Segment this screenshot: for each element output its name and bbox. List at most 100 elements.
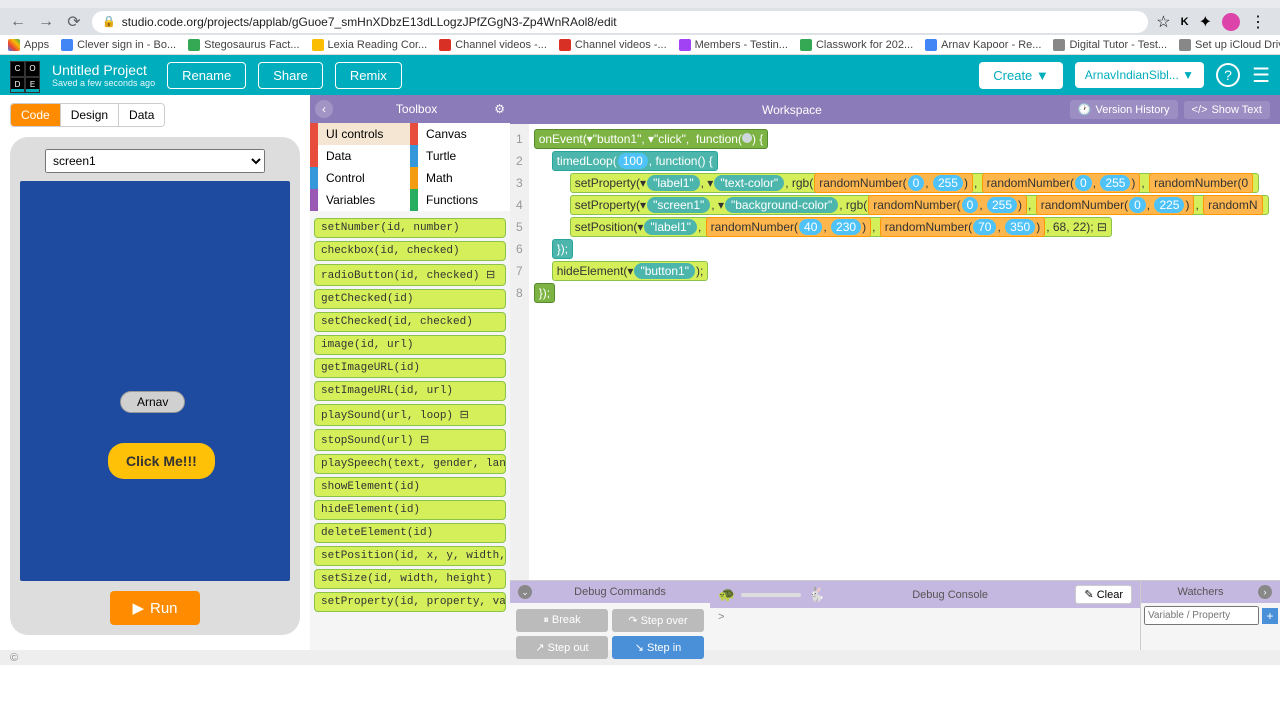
extensions-icon[interactable]: ✦ xyxy=(1199,12,1212,32)
console-prompt[interactable]: > xyxy=(710,608,1140,628)
line-number: 8 xyxy=(516,282,523,304)
toolbox-block[interactable]: setChecked(id, checked) xyxy=(314,312,506,332)
code-lines[interactable]: onEvent(▾"button1", ▾"click", function()… xyxy=(529,124,1280,580)
toolbox-block[interactable]: checkbox(id, checked) xyxy=(314,241,506,261)
bookmark-item[interactable]: Channel videos -... xyxy=(559,39,667,51)
url-text: studio.code.org/projects/applab/gGuoe7_s… xyxy=(122,15,617,29)
url-bar: ← → ⟳ 🔒 studio.code.org/projects/applab/… xyxy=(0,8,1280,35)
bookmark-item[interactable]: Classwork for 202... xyxy=(800,39,913,51)
toolbox-block[interactable]: playSpeech(text, gender, lan xyxy=(314,454,506,474)
url-field[interactable]: 🔒 studio.code.org/projects/applab/gGuoe7… xyxy=(92,11,1148,33)
toolbox-block[interactable]: setNumber(id, number) xyxy=(314,218,506,238)
bookmark-item[interactable]: Lexia Reading Cor... xyxy=(312,39,428,51)
step-in-button[interactable]: ↘ Step in xyxy=(612,636,704,659)
url-actions: ☆ K ✦ ⋮ xyxy=(1156,12,1272,32)
step-out-button[interactable]: ↗ Step out xyxy=(516,636,608,659)
bookmark-item[interactable]: Channel videos -... xyxy=(439,39,547,51)
toolbox-block[interactable]: deleteElement(id) xyxy=(314,523,506,543)
line-number: 6 xyxy=(516,238,523,260)
toolbox-block[interactable]: getChecked(id) xyxy=(314,289,506,309)
set-property-block: setProperty(▾"label1", ▾"text-color", rg… xyxy=(570,173,1259,193)
forward-icon[interactable]: → xyxy=(36,12,56,32)
toolbox-block[interactable]: radioButton(id, checked) ⊟ xyxy=(314,264,506,286)
tab-data[interactable]: Data xyxy=(119,104,164,126)
back-icon[interactable]: ← xyxy=(8,12,28,32)
rename-button[interactable]: Rename xyxy=(167,62,246,89)
cat-canvas[interactable]: Canvas xyxy=(410,123,510,145)
line-number: 3 xyxy=(516,172,523,194)
reload-icon[interactable]: ⟳ xyxy=(64,12,84,32)
blocks-list[interactable]: setNumber(id, number) checkbox(id, checke… xyxy=(310,211,510,650)
bookmark-item[interactable]: Clever sign in - Bo... xyxy=(61,39,176,51)
cat-turtle[interactable]: Turtle xyxy=(410,145,510,167)
share-button[interactable]: Share xyxy=(258,62,323,89)
cat-functions[interactable]: Functions xyxy=(410,189,510,211)
cat-control[interactable]: Control xyxy=(310,167,410,189)
toolbox-block[interactable]: hideElement(id) xyxy=(314,500,506,520)
tab-bar xyxy=(0,0,1280,8)
toolbox-block[interactable]: playSound(url, loop) ⊟ xyxy=(314,404,506,426)
apps-button[interactable]: Apps xyxy=(8,39,49,51)
menu-dots-icon[interactable]: ⋮ xyxy=(1250,12,1266,32)
bookmark-item[interactable]: Set up iCloud Driv... xyxy=(1179,39,1280,51)
watch-input[interactable] xyxy=(1144,606,1259,625)
line-number: 2 xyxy=(516,150,523,172)
ext-k-icon[interactable]: K xyxy=(1181,16,1189,28)
turtle-icon[interactable]: 🐢 xyxy=(718,586,735,603)
create-button[interactable]: Create ▼ xyxy=(979,62,1063,89)
debug-console: 🐢 🐇 Debug Console ✎ Clear > xyxy=(710,581,1140,650)
line-number: 1 xyxy=(516,128,523,150)
tab-design[interactable]: Design xyxy=(61,104,119,126)
line-number: 5 xyxy=(516,216,523,238)
toolbox-block[interactable]: stopSound(url) ⊟ xyxy=(314,429,506,451)
phone-preview: screen1 Arnav Click Me!!! ▶ Run xyxy=(10,137,300,635)
bookmark-item[interactable]: Arnav Kapoor - Re... xyxy=(925,39,1041,51)
star-icon[interactable]: ☆ xyxy=(1156,12,1170,32)
hamburger-icon[interactable]: ☰ xyxy=(1252,63,1270,88)
cat-math[interactable]: Math xyxy=(410,167,510,189)
toolbox-back-icon[interactable]: ‹ xyxy=(315,100,333,118)
profile-icon[interactable] xyxy=(1222,13,1240,31)
collapse-icon[interactable]: ⌄ xyxy=(518,585,532,599)
cat-data[interactable]: Data xyxy=(310,145,410,167)
logo[interactable]: CODE xyxy=(10,61,40,89)
toolbox-block[interactable]: getImageURL(id) xyxy=(314,358,506,378)
clear-button[interactable]: ✎ Clear xyxy=(1075,585,1132,604)
workspace-title: Workspace xyxy=(520,103,1064,117)
break-button[interactable]: ⏸ Break xyxy=(516,609,608,632)
screen-select[interactable]: screen1 xyxy=(45,149,265,173)
toolbox-block[interactable]: image(id, url) xyxy=(314,335,506,355)
add-watch-button[interactable]: + xyxy=(1262,608,1278,624)
cat-variables[interactable]: Variables xyxy=(310,189,410,211)
code-editor[interactable]: 12345678 onEvent(▾"button1", ▾"click", f… xyxy=(510,124,1280,580)
rabbit-icon[interactable]: 🐇 xyxy=(807,586,824,603)
toolbox-block[interactable]: showElement(id) xyxy=(314,477,506,497)
show-text-button[interactable]: </>Show Text xyxy=(1184,101,1270,119)
browser-chrome: ← → ⟳ 🔒 studio.code.org/projects/applab/… xyxy=(0,0,1280,55)
collapse-icon[interactable]: › xyxy=(1258,585,1272,599)
bookmark-item[interactable]: Members - Testin... xyxy=(679,39,788,51)
toolbox-header: ‹ Toolbox ⚙ xyxy=(310,95,510,123)
bookmark-item[interactable]: Digital Tutor - Test... xyxy=(1053,39,1167,51)
toolbox-block[interactable]: setImageURL(id, url) xyxy=(314,381,506,401)
step-over-button[interactable]: ↷ Step over xyxy=(612,609,704,632)
gear-icon[interactable]: ⚙ xyxy=(494,102,505,116)
left-panel: Code Design Data screen1 Arnav Click Me!… xyxy=(0,95,310,650)
tab-code[interactable]: Code xyxy=(11,104,61,126)
version-history-button[interactable]: 🕐Version History xyxy=(1070,100,1178,119)
toolbox-block[interactable]: setProperty(id, property, va xyxy=(314,592,506,612)
help-icon[interactable]: ? xyxy=(1216,63,1240,87)
speed-slider[interactable] xyxy=(741,593,801,597)
remix-button[interactable]: Remix xyxy=(335,62,402,89)
line-number: 7 xyxy=(516,260,523,282)
on-event-block: onEvent(▾"button1", ▾"click", function()… xyxy=(534,129,769,149)
set-position-block: setPosition(▾"label1", randomNumber(40, … xyxy=(570,217,1112,237)
code-icon: </> xyxy=(1192,104,1208,116)
toolbox-block[interactable]: setSize(id, width, height) xyxy=(314,569,506,589)
bookmark-item[interactable]: Stegosaurus Fact... xyxy=(188,39,299,51)
cat-ui-controls[interactable]: UI controls xyxy=(310,123,410,145)
toolbox-block[interactable]: setPosition(id, x, y, width, xyxy=(314,546,506,566)
click-me-button[interactable]: Click Me!!! xyxy=(108,443,215,479)
user-menu[interactable]: ArnavIndianSibl... ▼ xyxy=(1075,62,1204,88)
run-button[interactable]: ▶ Run xyxy=(110,591,199,625)
